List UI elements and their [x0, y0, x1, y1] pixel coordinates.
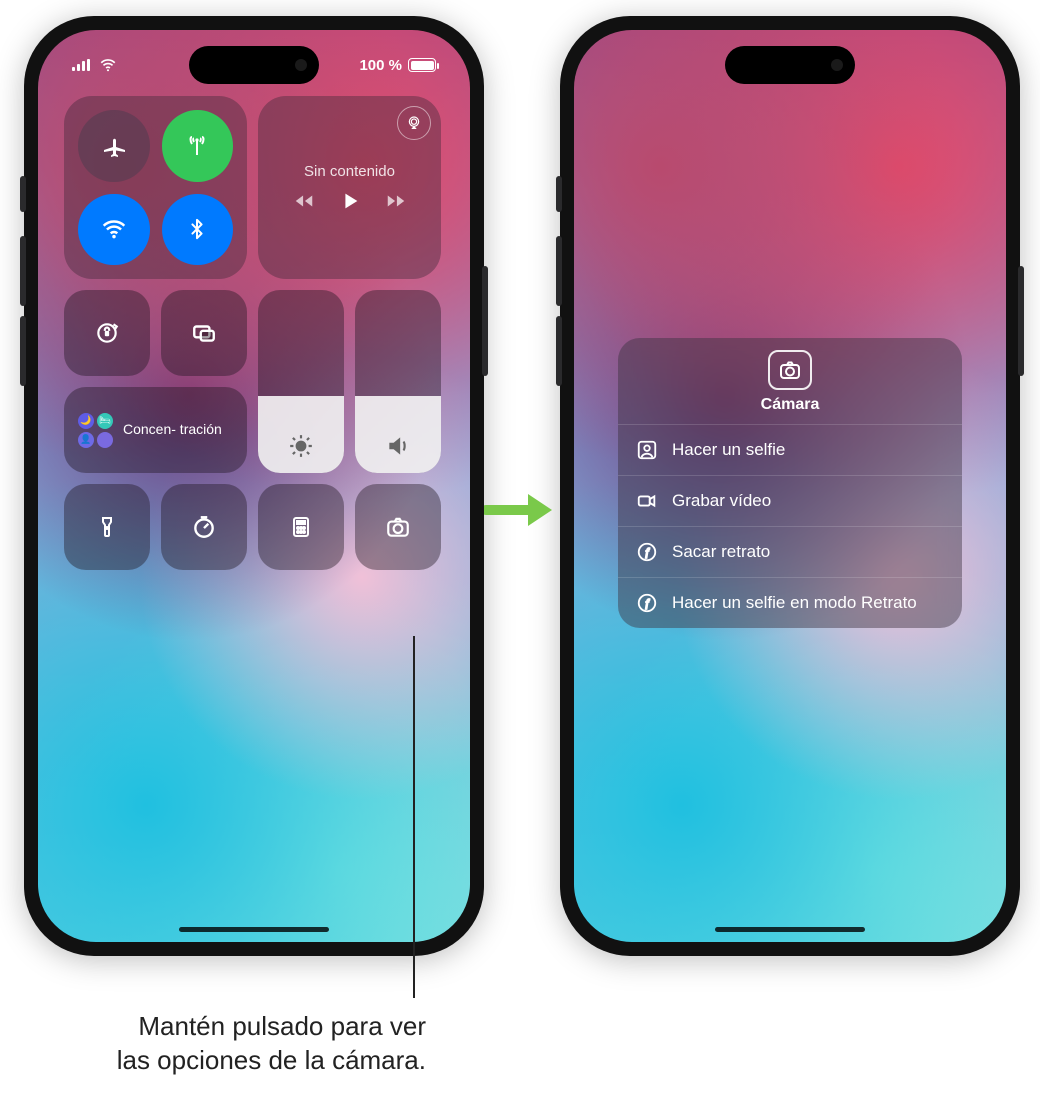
camera-action-label: Grabar vídeo	[672, 491, 771, 511]
connectivity-module[interactable]	[64, 96, 247, 279]
bed-icon: 🛏	[97, 413, 113, 429]
silence-switch	[556, 176, 562, 212]
airplane-icon	[101, 133, 127, 159]
volume-slider[interactable]	[355, 290, 441, 473]
camera-action-label: Sacar retrato	[672, 542, 770, 562]
bluetooth-icon	[184, 216, 210, 242]
calculator-icon	[288, 514, 314, 540]
callout-text: Mantén pulsado para ver las opciones de …	[36, 1010, 426, 1078]
dynamic-island	[189, 46, 319, 84]
camera-action-portrait[interactable]: f Sacar retrato	[618, 526, 962, 577]
home-indicator	[715, 927, 865, 932]
forward-icon[interactable]	[385, 190, 407, 212]
orientation-lock-button[interactable]	[64, 290, 150, 376]
camera-popup-title: Cámara	[761, 396, 820, 414]
volume-up-button	[556, 236, 562, 306]
volume-down-button	[556, 316, 562, 386]
flashlight-button[interactable]	[64, 484, 150, 570]
play-icon[interactable]	[339, 190, 361, 212]
moon-icon: 🌙	[78, 413, 94, 429]
speaker-icon	[355, 433, 441, 459]
screen-mirroring-icon	[191, 320, 217, 346]
calculator-button[interactable]	[258, 484, 344, 570]
svg-text:f: f	[646, 599, 650, 610]
screen-mirroring-button[interactable]	[161, 290, 247, 376]
phone-screen: 100 %	[38, 30, 470, 942]
camera-button[interactable]	[355, 484, 441, 570]
volume-up-button	[20, 236, 26, 306]
wifi-toggle[interactable]	[78, 194, 150, 266]
airplay-button[interactable]	[397, 106, 431, 140]
svg-text:f: f	[646, 548, 650, 559]
camera-action-label: Hacer un selfie	[672, 440, 785, 460]
focus-button[interactable]: 🌙 🛏 👤 Concen- tración	[64, 387, 247, 473]
power-button	[482, 266, 488, 376]
airplane-mode-toggle[interactable]	[78, 110, 150, 182]
camera-icon-outline	[768, 350, 812, 390]
bluetooth-toggle[interactable]	[162, 194, 234, 266]
phone-right: Cámara Hacer un selfie Grabar vídeo	[560, 16, 1020, 956]
antenna-icon	[184, 133, 210, 159]
phone-left: 100 %	[24, 16, 484, 956]
illustration-stage: 100 %	[0, 0, 1040, 1096]
power-button	[1018, 266, 1024, 376]
brightness-slider[interactable]	[258, 290, 344, 473]
silence-switch	[20, 176, 26, 212]
home-indicator	[179, 927, 329, 932]
airplay-icon	[403, 112, 425, 134]
volume-down-button	[20, 316, 26, 386]
video-icon	[636, 490, 658, 512]
camera-icon	[385, 514, 411, 540]
cellular-data-toggle[interactable]	[162, 110, 234, 182]
brightness-icon	[258, 433, 344, 459]
phone-screen: Cámara Hacer un selfie Grabar vídeo	[574, 30, 1006, 942]
camera-action-selfie[interactable]: Hacer un selfie	[618, 424, 962, 475]
camera-action-portrait-selfie[interactable]: f Hacer un selfie en modo Retrato	[618, 577, 962, 628]
camera-quick-actions-popup: Cámara Hacer un selfie Grabar vídeo	[618, 338, 962, 628]
rotation-lock-icon	[94, 320, 120, 346]
selfie-icon	[636, 439, 658, 461]
control-center: Sin contenido	[64, 96, 444, 570]
cellular-signal-icon	[72, 59, 90, 71]
battery-icon	[408, 58, 436, 72]
flashlight-icon	[94, 514, 120, 540]
battery-percent: 100 %	[359, 57, 402, 74]
arrow-icon	[484, 490, 554, 530]
camera-action-video[interactable]: Grabar vídeo	[618, 475, 962, 526]
camera-popup-header[interactable]: Cámara	[618, 338, 962, 424]
timer-button[interactable]	[161, 484, 247, 570]
now-playing-module[interactable]: Sin contenido	[258, 96, 441, 279]
person-icon: 👤	[78, 432, 94, 448]
focus-icon-cluster: 🌙 🛏 👤	[78, 413, 113, 448]
rewind-icon[interactable]	[293, 190, 315, 212]
callout-leader-line	[413, 636, 415, 998]
focus-label: Concen- tración	[123, 422, 222, 437]
dynamic-island	[725, 46, 855, 84]
aperture-icon: f	[636, 541, 658, 563]
timer-icon	[191, 514, 217, 540]
aperture-icon: f	[636, 592, 658, 614]
wifi-icon	[101, 216, 127, 242]
now-playing-label: Sin contenido	[304, 163, 395, 180]
more-icon	[97, 432, 113, 448]
camera-action-label: Hacer un selfie en modo Retrato	[672, 593, 917, 613]
wifi-icon	[97, 54, 119, 76]
